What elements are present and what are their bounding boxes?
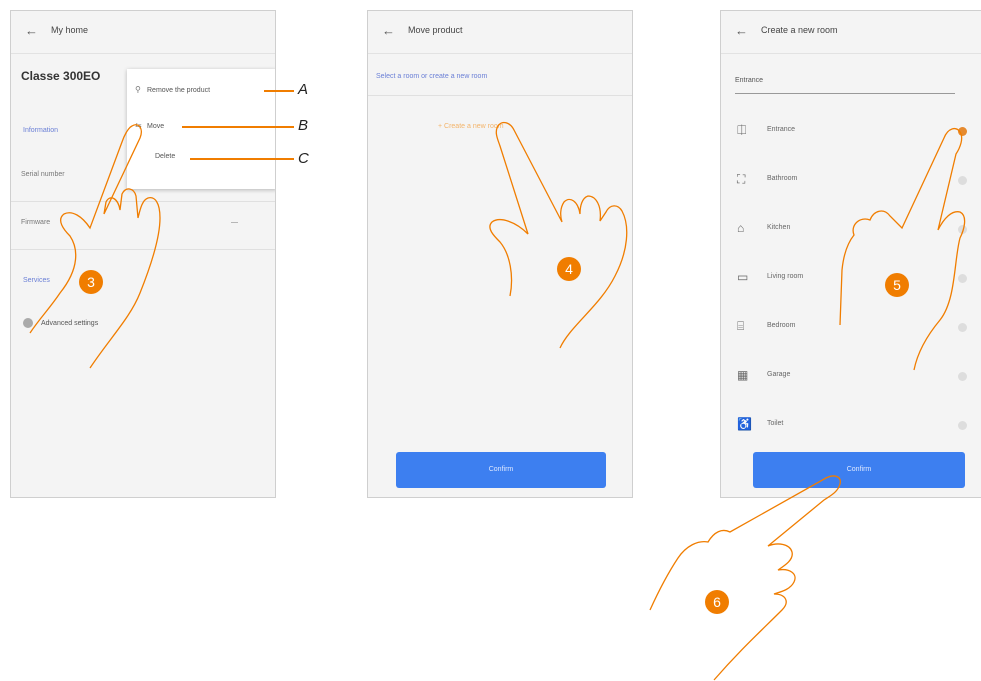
pointing-hand-icon	[29, 124, 161, 369]
link-icon: ⚲	[135, 85, 141, 94]
toilet-icon: ♿	[737, 417, 752, 431]
kitchen-icon: ⌂	[737, 221, 745, 235]
room-label: Kitchen	[767, 224, 791, 231]
room-label: Entrance	[767, 126, 796, 133]
page-title: My home	[51, 25, 89, 35]
pointing-hand-icon	[839, 127, 966, 371]
header: ← My home	[11, 11, 275, 54]
callout-label-b: B	[298, 117, 309, 134]
callout-line-a	[264, 90, 294, 92]
step-badge-4: 4	[557, 257, 581, 281]
room-name-input[interactable]: Entrance	[735, 77, 955, 94]
bedroom-icon: ⌸	[737, 319, 745, 333]
garage-icon: ▦	[737, 368, 749, 382]
room-radio-button[interactable]	[958, 372, 967, 381]
callout-line-c	[190, 158, 294, 160]
page-title: Create a new room	[761, 25, 838, 35]
back-arrow-icon[interactable]: ←	[25, 23, 38, 38]
back-arrow-icon[interactable]: ←	[735, 23, 748, 38]
callout-line-b	[182, 126, 294, 128]
callout-label-a: A	[298, 81, 309, 98]
confirm-button[interactable]: Confirm	[396, 452, 606, 488]
room-label: Bedroom	[767, 322, 796, 329]
back-arrow-icon[interactable]: ←	[382, 23, 395, 38]
bathroom-icon: ⛶	[737, 172, 746, 186]
entrance-icon: ⎅	[737, 123, 747, 137]
room-label: Toilet	[767, 420, 784, 427]
menu-item-remove[interactable]: ⚲ Remove the product	[135, 85, 210, 94]
info-text: Select a room or create a new room	[376, 73, 488, 80]
page-title: Move product	[408, 25, 463, 35]
firmware-value: —	[231, 219, 238, 226]
step-badge-6: 6	[705, 590, 729, 614]
callout-label-c: C	[298, 150, 309, 167]
room-label: Garage	[767, 371, 791, 378]
header: ← Move product	[368, 11, 632, 54]
header: ← Create a new room	[721, 11, 981, 54]
step-badge-3: 3	[79, 270, 103, 294]
step-badge-5: 5	[885, 273, 909, 297]
device-title: Classe 300EO	[21, 69, 101, 83]
room-label: Living room	[767, 273, 804, 280]
pointing-hand-icon	[649, 475, 841, 681]
living-room-icon: ▭	[737, 270, 749, 284]
pointing-hand-icon	[489, 121, 628, 349]
room-radio-button[interactable]	[958, 421, 967, 430]
room-label: Bathroom	[767, 175, 798, 182]
room-option-toilet[interactable]: ♿ Toilet	[721, 401, 981, 450]
